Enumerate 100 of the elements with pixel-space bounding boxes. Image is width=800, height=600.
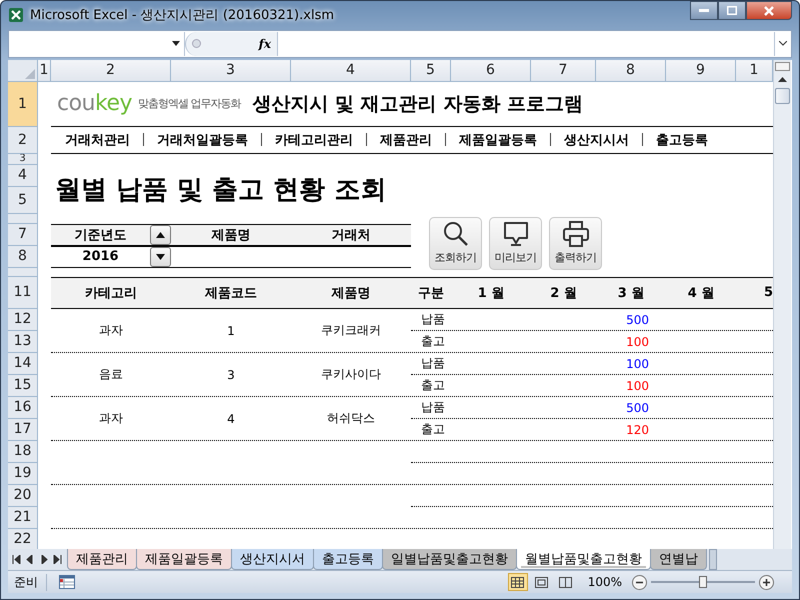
table-cell-text: 쿠키사이다 [320, 366, 382, 384]
sheet-tab[interactable]: 출고등록 [313, 549, 383, 570]
row-header[interactable]: 1 [8, 82, 38, 127]
column-header[interactable]: 8 [596, 60, 666, 82]
insert-function-button[interactable]: fx [258, 36, 271, 51]
column-heading: 3 월 [616, 284, 646, 303]
column-header[interactable]: 4 [291, 60, 411, 82]
column-heading: 1 월 [476, 284, 506, 303]
sheet-tab[interactable]: 제품관리 [67, 549, 137, 570]
column-header[interactable]: 6 [451, 60, 531, 82]
table-cell-text: 출고 [420, 377, 446, 394]
row-header[interactable]: 5 [8, 186, 38, 214]
zoom-out-button[interactable] [632, 574, 647, 590]
table-cell-text: 4 [226, 410, 236, 428]
row-header[interactable]: 20 [8, 484, 38, 507]
nav-link[interactable]: 출고등록 [656, 130, 708, 149]
plus-icon [762, 578, 771, 587]
spin-up-button[interactable] [150, 224, 171, 245]
zoom-level[interactable]: 100% [588, 575, 622, 590]
table-cell-text: 납품 [420, 355, 446, 372]
table-cell-text: 납품 [420, 311, 446, 328]
tab-split-handle[interactable] [709, 549, 717, 570]
table-cell-text: 쿠키크래커 [320, 322, 382, 340]
filter-label: 거래처 [332, 226, 370, 244]
row-header[interactable]: 8 [8, 246, 38, 268]
brand-logo: coukey [57, 91, 132, 116]
column-header[interactable]: 9 [666, 60, 736, 82]
sheet-tab[interactable]: 월별납품및출고현황 [516, 549, 651, 570]
table-cell-text: 100 [625, 356, 650, 373]
row-header[interactable]: 4 [8, 164, 38, 187]
close-button[interactable] [746, 1, 792, 20]
monitor-icon [502, 221, 530, 248]
row-header[interactable]: 12 [8, 308, 38, 331]
preview-button[interactable]: 미리보기 [489, 216, 542, 270]
row-header[interactable]: 7 [8, 224, 38, 246]
resize-handle[interactable] [192, 39, 201, 48]
row-header[interactable]: 13 [8, 330, 38, 353]
minimize-button[interactable] [690, 1, 718, 20]
row-header[interactable]: 2 [8, 126, 38, 154]
nav-link[interactable]: 제품관리 [380, 130, 432, 149]
filter-label: 제품명 [212, 226, 250, 244]
row-header[interactable]: 16 [8, 396, 38, 419]
program-title: 생산지시 및 재고관리 자동화 프로그램 [252, 92, 583, 117]
row-header[interactable]: 19 [8, 462, 38, 485]
caret-icon [172, 41, 180, 46]
vertical-scrollbar[interactable] [773, 60, 791, 550]
sheet-tab[interactable]: 연별납 [650, 549, 707, 570]
row-header[interactable]: 11 [8, 276, 38, 309]
table-cell-text: 음료 [98, 366, 124, 384]
down-arrow-icon [156, 254, 165, 260]
column-heading: 제품명 [330, 284, 372, 303]
up-arrow-icon [156, 232, 165, 238]
minimize-icon [699, 8, 709, 12]
client-input-field[interactable] [291, 246, 411, 268]
column-header[interactable]: 3 [171, 60, 291, 82]
column-header[interactable]: 1 [38, 60, 51, 82]
column-heading: 5 [762, 284, 773, 302]
up-arrow-icon[interactable] [778, 76, 787, 82]
table-cell-text: 100 [625, 334, 650, 351]
row-header[interactable]: 14 [8, 352, 38, 375]
sheet-tab[interactable]: 일별납품및출고현황 [382, 549, 517, 570]
column-header[interactable]: 2 [51, 60, 171, 82]
column-heading: 2 월 [549, 284, 578, 303]
nav-link[interactable]: 제품일괄등록 [459, 130, 537, 149]
column-header[interactable]: 5 [411, 60, 451, 82]
zoom-in-button[interactable] [759, 574, 774, 590]
product-input-field[interactable] [171, 246, 291, 268]
year-value[interactable]: 2016 [51, 249, 150, 264]
table-cell-text: 500 [625, 400, 650, 417]
print-button[interactable]: 출력하기 [549, 216, 602, 270]
search-icon [442, 221, 468, 248]
row-header[interactable]: 21 [8, 506, 38, 529]
row-header[interactable]: 18 [8, 440, 38, 463]
sheet-tab[interactable]: 생산지시서 [231, 549, 314, 570]
spreadsheet-icon [8, 7, 24, 24]
column-header[interactable]: 7 [531, 60, 596, 82]
column-heading: 구분 [417, 284, 445, 303]
split-handle[interactable] [775, 62, 790, 71]
window-title: Microsoft Excel - 생산지시관리 (20160321).xlsm [30, 7, 334, 24]
row-header[interactable]: 22 [8, 528, 38, 550]
nav-link[interactable]: 거래처관리 [65, 130, 130, 149]
close-icon [764, 6, 774, 16]
maximize-button[interactable] [718, 1, 746, 20]
spin-down-button[interactable] [150, 246, 171, 267]
filter-label: 기준년도 [74, 226, 128, 244]
caret-icon [779, 41, 787, 46]
status-text: 준비 [12, 574, 47, 591]
scroll-thumb[interactable] [775, 88, 790, 104]
maximize-icon [727, 6, 737, 15]
table-cell-text: 1 [226, 322, 236, 340]
normal-view-button[interactable] [508, 573, 528, 592]
column-header[interactable]: 1 [736, 60, 773, 82]
row-header[interactable]: 17 [8, 418, 38, 441]
table-icon[interactable] [59, 575, 75, 590]
nav-link[interactable]: 카테고리관리 [275, 130, 353, 149]
nav-link[interactable]: 생산지시서 [564, 130, 629, 149]
sheet-tab[interactable]: 제품일괄등록 [136, 549, 232, 570]
search-button[interactable]: 조회하기 [429, 216, 482, 270]
nav-link[interactable]: 거래처일괄등록 [157, 130, 248, 149]
row-header[interactable]: 15 [8, 374, 38, 397]
